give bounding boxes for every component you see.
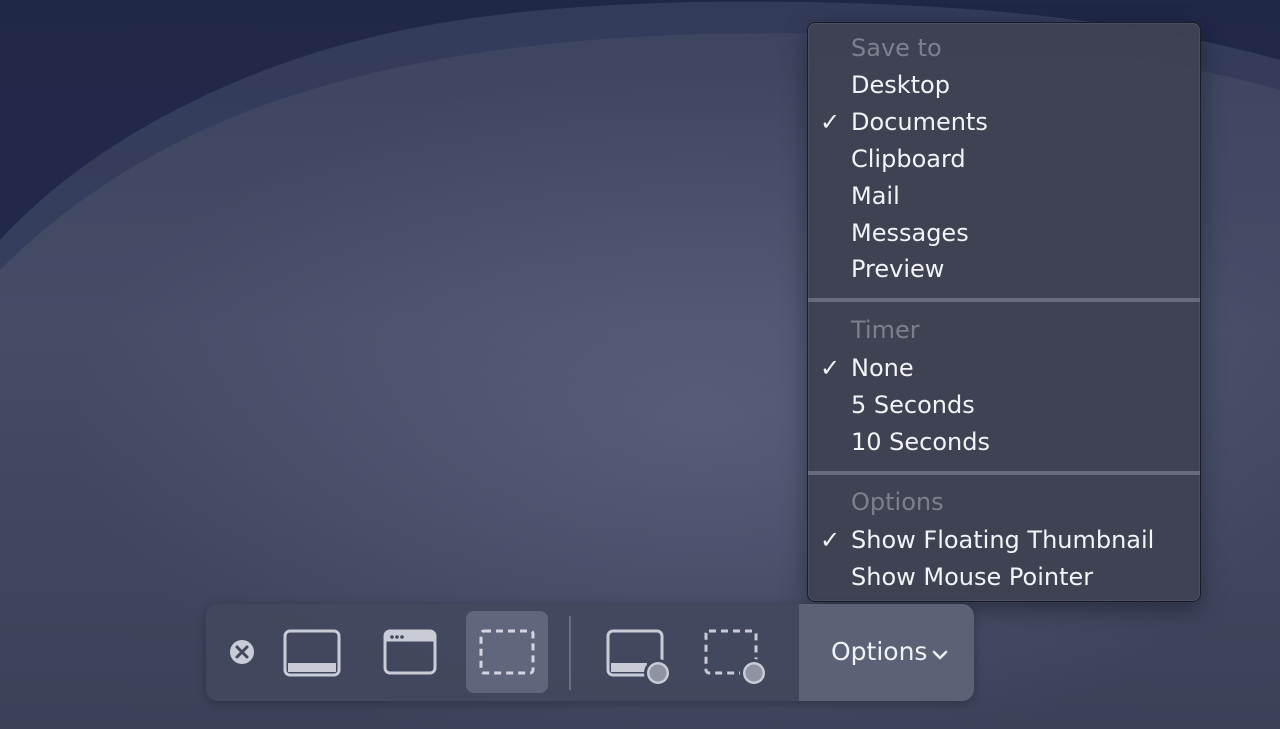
options-button[interactable]: Options: [799, 604, 974, 701]
menu-item-messages[interactable]: Messages: [808, 215, 1200, 251]
toolbar-divider: [569, 616, 571, 690]
menu-item-timer-5-seconds[interactable]: 5 Seconds: [808, 387, 1200, 423]
menu-item-label: Show Floating Thumbnail: [851, 526, 1155, 554]
options-header: Options: [851, 488, 944, 516]
dashed-selection-icon: [479, 629, 535, 675]
checkmark-icon: ✓: [819, 526, 841, 554]
menu-item-label: Mail: [851, 182, 900, 210]
record-selection-button[interactable]: [696, 611, 776, 693]
close-circle-icon: [230, 640, 254, 664]
menu-item-mail[interactable]: Mail: [808, 178, 1200, 214]
window-icon: [383, 629, 437, 675]
record-entire-screen-button[interactable]: [598, 611, 678, 693]
menu-item-label: Desktop: [851, 71, 950, 99]
menu-separator: [808, 298, 1200, 302]
menu-item-timer-none[interactable]: ✓ None: [808, 350, 1200, 386]
selection-record-icon: [704, 629, 768, 687]
menu-item-label: 10 Seconds: [851, 428, 990, 456]
menu-item-label: Preview: [851, 255, 945, 283]
menu-item-documents[interactable]: ✓ Documents: [808, 104, 1200, 140]
capture-options-menu: Save to Desktop ✓ Documents Clipboard Ma…: [807, 22, 1201, 602]
menu-item-label: 5 Seconds: [851, 391, 975, 419]
chevron-down-icon: [932, 650, 948, 660]
menu-item-show-floating-thumbnail[interactable]: ✓ Show Floating Thumbnail: [808, 522, 1200, 558]
checkmark-icon: ✓: [819, 108, 841, 136]
capture-selection-button[interactable]: [466, 611, 548, 693]
menu-item-label: Messages: [851, 219, 969, 247]
menu-item-clipboard[interactable]: Clipboard: [808, 141, 1200, 177]
capture-window-button[interactable]: [370, 611, 450, 693]
screen-record-icon: [606, 629, 672, 687]
save-to-header: Save to: [851, 34, 942, 62]
menu-item-preview[interactable]: Preview: [808, 251, 1200, 287]
menu-item-label: None: [851, 354, 914, 382]
menu-item-label: Documents: [851, 108, 988, 136]
screen-icon: [283, 629, 341, 677]
close-button[interactable]: [224, 611, 262, 693]
menu-item-desktop[interactable]: Desktop: [808, 67, 1200, 103]
options-button-label: Options: [831, 637, 928, 666]
menu-separator: [808, 471, 1200, 475]
menu-item-label: Show Mouse Pointer: [851, 563, 1094, 591]
checkmark-icon: ✓: [819, 354, 841, 382]
screenshot-toolbar: Options: [206, 604, 974, 701]
menu-item-show-mouse-pointer[interactable]: Show Mouse Pointer: [808, 559, 1200, 595]
capture-entire-screen-button[interactable]: [272, 611, 352, 693]
timer-header: Timer: [851, 316, 920, 344]
menu-item-label: Clipboard: [851, 145, 966, 173]
menu-item-timer-10-seconds[interactable]: 10 Seconds: [808, 424, 1200, 460]
